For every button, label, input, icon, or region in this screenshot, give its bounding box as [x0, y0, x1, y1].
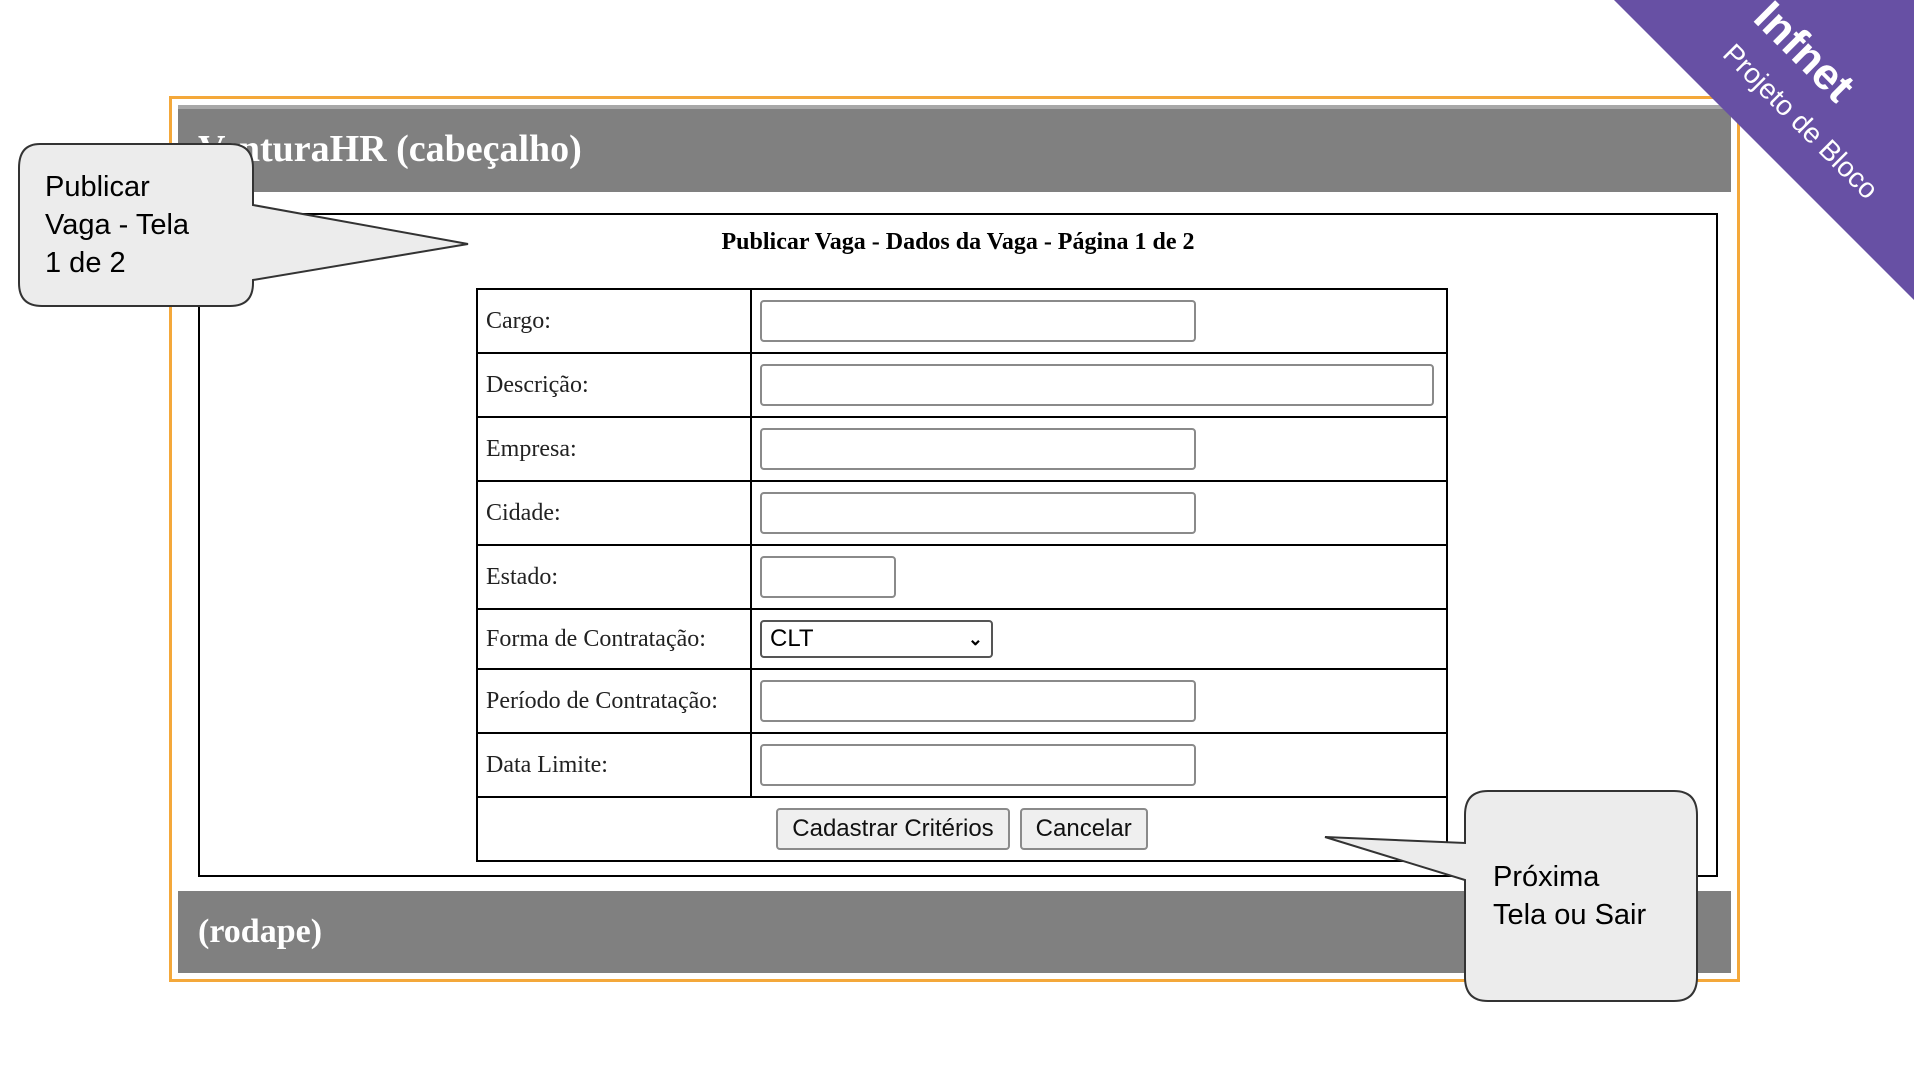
form-row-cidade: Cidade: [476, 480, 1448, 546]
descricao-input[interactable] [760, 364, 1434, 406]
page-header: VenturaHR (cabeçalho) [178, 105, 1731, 192]
forma-label: Forma de Contratação: [476, 608, 752, 670]
callout-left-text: Publicar Vaga - Tela 1 de 2 [45, 171, 190, 279]
form-row-descricao: Descrição: [476, 352, 1448, 418]
cadastrar-criterios-button[interactable]: Cadastrar Critérios [776, 808, 1010, 850]
cidade-label: Cidade: [476, 480, 752, 546]
empresa-input[interactable] [760, 428, 1196, 470]
form-row-estado: Estado: [476, 544, 1448, 610]
callout-right-text: Próxima Tela ou Sair [1493, 861, 1647, 931]
job-form-table: Cargo: Descrição: Empresa: Cidade: Estad… [476, 288, 1448, 862]
form-row-cargo: Cargo: [476, 288, 1448, 354]
periodo-input[interactable] [760, 680, 1196, 722]
estado-label: Estado: [476, 544, 752, 610]
header-title: VenturaHR (cabeçalho) [198, 127, 582, 170]
cargo-input[interactable] [760, 300, 1196, 342]
content-area: Publicar Vaga - Dados da Vaga - Página 1… [198, 213, 1718, 877]
empresa-label: Empresa: [476, 416, 752, 482]
periodo-label: Período de Contratação: [476, 668, 752, 734]
footer-title: (rodape) [198, 913, 323, 950]
form-row-data-limite: Data Limite: [476, 732, 1448, 798]
form-row-empresa: Empresa: [476, 416, 1448, 482]
data-limite-input[interactable] [760, 744, 1196, 786]
form-title: Publicar Vaga - Dados da Vaga - Página 1… [721, 229, 1195, 255]
chevron-down-icon: ⌄ [967, 628, 983, 649]
estado-input[interactable] [760, 556, 896, 598]
cidade-input[interactable] [760, 492, 1196, 534]
form-row-buttons: Cadastrar Critérios Cancelar [476, 796, 1448, 862]
cargo-label: Cargo: [476, 288, 752, 354]
forma-select[interactable]: CLT ⌄ [760, 620, 993, 658]
form-row-periodo: Período de Contratação: [476, 668, 1448, 734]
wireframe-frame: VenturaHR (cabeçalho) Publicar Vaga - Da… [169, 96, 1740, 982]
descricao-label: Descrição: [476, 352, 752, 418]
cancelar-button[interactable]: Cancelar [1019, 808, 1148, 850]
form-row-forma: Forma de Contratação: CLT ⌄ [476, 608, 1448, 670]
corner-ribbon: Infnet Projeto de Bloco [1614, 0, 1914, 300]
data-limite-label: Data Limite: [476, 732, 752, 798]
forma-select-value: CLT [770, 625, 814, 652]
